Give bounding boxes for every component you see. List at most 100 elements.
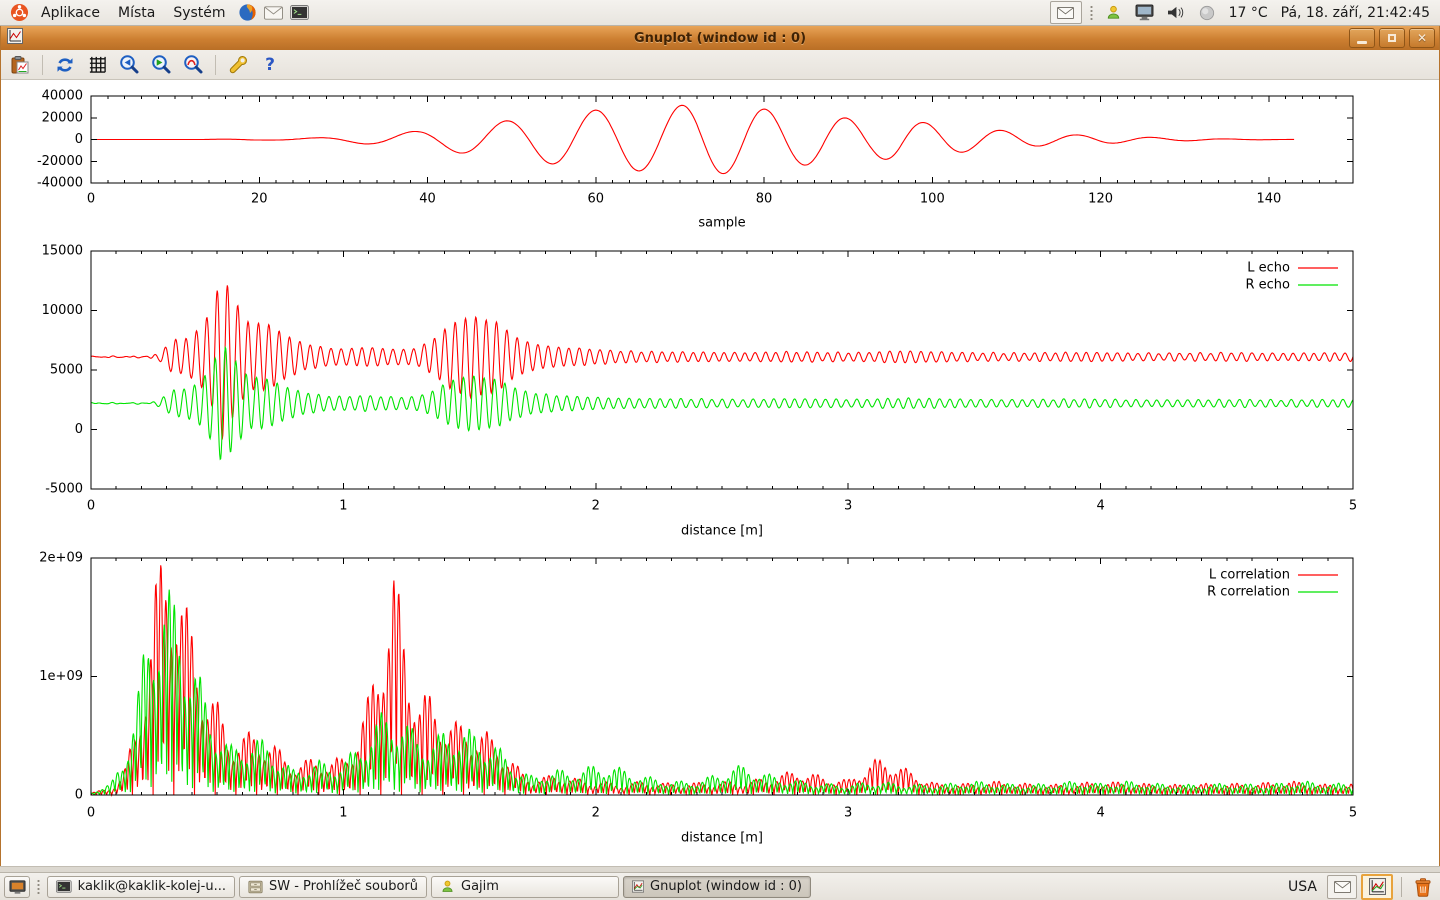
svg-text:L correlation: L correlation (1209, 568, 1290, 583)
svg-text:60: 60 (588, 192, 605, 207)
gnuplot-windowlist-button[interactable] (1361, 874, 1393, 900)
ubuntu-logo-icon (10, 3, 29, 22)
display-tray[interactable] (1132, 1, 1158, 25)
taskbar-separator (1401, 877, 1402, 897)
window-title: Gnuplot (window id : 0) (1, 31, 1439, 46)
svg-text:L echo: L echo (1247, 261, 1290, 276)
keyboard-layout-indicator[interactable]: USA (1282, 879, 1323, 895)
svg-text:120: 120 (1088, 192, 1113, 207)
svg-text:2e+09: 2e+09 (39, 551, 83, 566)
help-button[interactable]: ? (257, 52, 283, 78)
user-switcher-icon (1105, 4, 1122, 21)
task-gnuplot[interactable]: Gnuplot (window id : 0) (623, 876, 811, 898)
window-titlebar[interactable]: Gnuplot (window id : 0) ✕ (1, 26, 1439, 50)
copy-plot-icon (10, 55, 30, 75)
temperature-indicator[interactable]: 17 °C (1225, 5, 1272, 21)
show-desktop-icon (9, 878, 26, 895)
ubuntu-logo-icon[interactable] (6, 1, 32, 25)
gnuplot-toolbar: ? (1, 50, 1439, 80)
system-tray: 17 °C Pá, 18. září, 21:42:45 (1050, 1, 1434, 25)
plot-canvas: 02040608010012014040000200000-20000-4000… (1, 80, 1439, 866)
svg-text:distance [m]: distance [m] (681, 831, 763, 846)
zoom-previous-icon (119, 54, 140, 75)
settings-button[interactable] (225, 52, 251, 78)
mail-notification-tray[interactable] (1050, 1, 1082, 24)
menu-applications[interactable]: Aplikace (32, 0, 109, 25)
task-gajim[interactable]: Gajim (431, 876, 619, 898)
top-panel: Aplikace Místa Systém (0, 0, 1440, 26)
svg-text:2: 2 (592, 499, 600, 514)
grid-icon (88, 55, 107, 74)
terminal-icon (56, 880, 72, 893)
svg-text:0: 0 (87, 192, 95, 207)
mailbox-icon (1057, 7, 1074, 19)
menu-places[interactable]: Místa (109, 0, 164, 25)
menu-system[interactable]: Systém (164, 0, 234, 25)
show-desktop-button[interactable] (4, 876, 30, 898)
user-switcher-tray[interactable] (1101, 1, 1127, 25)
gnuplot-charts: 02040608010012014040000200000-20000-4000… (1, 80, 1439, 866)
zoom-previous-button[interactable] (116, 52, 142, 78)
bottom-taskbar: kaklik@kaklik-kolej-u... SW - Prohlížeč … (0, 872, 1440, 900)
svg-text:0: 0 (87, 499, 95, 514)
tray-handle (1090, 5, 1093, 20)
svg-text:-5000: -5000 (45, 482, 83, 497)
refresh-icon (55, 55, 75, 75)
svg-text:0: 0 (75, 132, 83, 147)
taskbar-handle (37, 879, 40, 894)
gnuplot-icon (632, 879, 644, 894)
svg-text:100: 100 (920, 192, 945, 207)
firefox-icon (238, 3, 257, 22)
mail-tray-button[interactable] (1327, 875, 1357, 899)
svg-text:distance [m]: distance [m] (681, 524, 763, 539)
task-label: Gajim (461, 879, 499, 894)
menu-applications-label: Aplikace (41, 5, 100, 21)
close-icon: ✕ (1417, 32, 1427, 44)
grid-toggle-button[interactable] (84, 52, 110, 78)
mail-launcher[interactable] (261, 1, 287, 25)
svg-text:15000: 15000 (42, 244, 83, 259)
weather-icon (1199, 5, 1215, 21)
svg-text:0: 0 (75, 788, 83, 803)
gajim-icon (440, 879, 455, 894)
svg-text:20: 20 (251, 192, 268, 207)
task-file-manager[interactable]: SW - Prohlížeč souborů (239, 876, 427, 898)
monitor-icon (1135, 4, 1154, 21)
close-button[interactable]: ✕ (1409, 28, 1435, 48)
svg-text:2: 2 (592, 806, 600, 821)
zoom-next-button[interactable] (148, 52, 174, 78)
svg-text:3: 3 (844, 806, 852, 821)
speaker-icon (1166, 5, 1185, 20)
weather-tray[interactable] (1194, 1, 1220, 25)
svg-text:1e+09: 1e+09 (39, 669, 83, 684)
svg-text:0: 0 (75, 422, 83, 437)
trash-icon (1414, 877, 1432, 897)
terminal-launcher[interactable] (287, 1, 313, 25)
menu-places-label: Místa (118, 5, 155, 21)
help-icon: ? (265, 55, 275, 75)
svg-text:4: 4 (1096, 499, 1104, 514)
firefox-launcher[interactable] (235, 1, 261, 25)
svg-text:1: 1 (339, 806, 347, 821)
svg-text:sample: sample (698, 216, 745, 231)
zoom-autoscale-button[interactable] (180, 52, 206, 78)
zoom-next-icon (151, 54, 172, 75)
mail-icon (1334, 881, 1351, 893)
svg-text:5: 5 (1349, 499, 1357, 514)
task-label: SW - Prohlížeč souborů (269, 879, 418, 894)
terminal-icon (290, 5, 309, 20)
svg-text:140: 140 (1256, 192, 1281, 207)
copy-plot-button[interactable] (7, 52, 33, 78)
svg-text:1: 1 (339, 499, 347, 514)
trash-applet[interactable] (1410, 875, 1436, 899)
gnuplot-window: Gnuplot (window id : 0) ✕ (0, 26, 1440, 872)
volume-tray[interactable] (1163, 1, 1189, 25)
menu-system-label: Systém (173, 5, 225, 21)
task-label: kaklik@kaklik-kolej-u... (78, 879, 226, 894)
refresh-button[interactable] (52, 52, 78, 78)
toolbar-separator (215, 55, 216, 75)
minimize-button[interactable] (1349, 28, 1375, 48)
task-terminal[interactable]: kaklik@kaklik-kolej-u... (47, 876, 235, 898)
clock[interactable]: Pá, 18. září, 21:42:45 (1277, 5, 1434, 21)
maximize-button[interactable] (1379, 28, 1405, 48)
